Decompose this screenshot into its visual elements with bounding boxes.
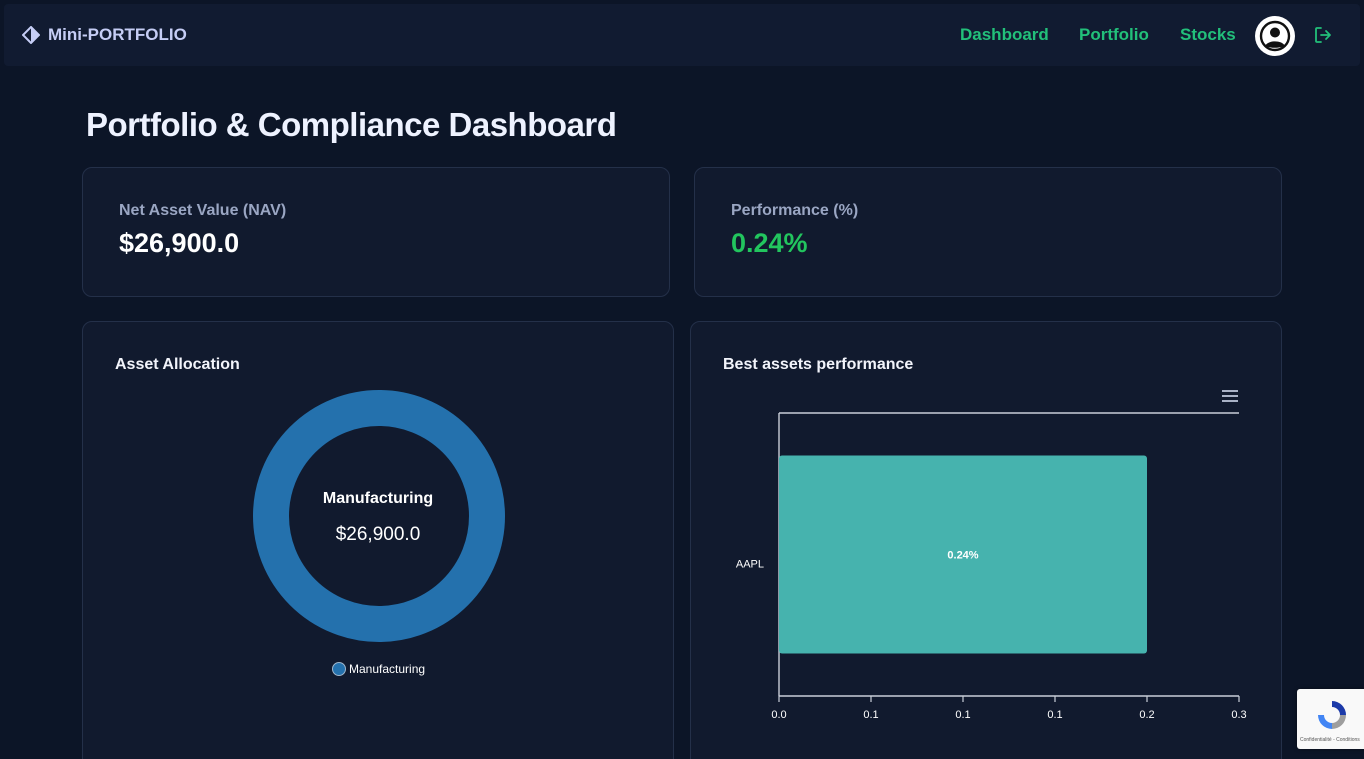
legend-label: Manufacturing xyxy=(349,662,426,676)
asset-allocation-card: Asset Allocation Manufacturing $26,900.0… xyxy=(82,321,674,759)
donut-slice[interactable] xyxy=(253,390,505,642)
legend-dot xyxy=(332,662,346,676)
x-tick-label: 0.1 xyxy=(863,709,878,721)
performance-kpi-card: Performance (%) 0.24% xyxy=(694,167,1282,297)
asset-allocation-title: Asset Allocation xyxy=(115,356,240,373)
donut-center-label: Manufacturing xyxy=(322,490,434,507)
nav-kpi-label: Net Asset Value (NAV) xyxy=(119,202,287,219)
performance-kpi-label: Performance (%) xyxy=(731,202,859,219)
x-tick-label: 0.1 xyxy=(955,709,970,721)
nav-kpi-card: Net Asset Value (NAV) $26,900.0 xyxy=(82,167,670,297)
bar-data-label: 0.24% xyxy=(947,550,978,562)
x-tick-label: 0.2 xyxy=(1139,709,1154,721)
donut-chart-svg xyxy=(253,390,505,642)
nav-dashboard[interactable]: Dashboard xyxy=(960,4,1049,66)
top-navbar: Mini-PORTFOLIO Dashboard Portfolio Stock… xyxy=(4,4,1360,66)
performance-kpi-value: 0.24% xyxy=(731,228,808,258)
donut-center-value: $26,900.0 xyxy=(335,524,421,545)
performance-bar-chart: 0.0 0.1 0.1 0.1 0.2 0.3 0.24% AAPL xyxy=(736,412,1247,721)
diamond-logo-icon xyxy=(22,26,40,44)
logout-button[interactable] xyxy=(1313,25,1333,50)
recaptcha-icon xyxy=(1318,701,1346,729)
nav-kpi-value: $26,900.0 xyxy=(119,228,240,258)
nav-stocks[interactable]: Stocks xyxy=(1180,4,1236,66)
recaptcha-badge[interactable]: Confidentialité - Conditions xyxy=(1297,689,1364,749)
nav-portfolio[interactable]: Portfolio xyxy=(1079,4,1149,66)
brand-name: Mini-PORTFOLIO xyxy=(48,25,187,44)
y-category-label: AAPL xyxy=(736,559,764,571)
x-tick-label: 0.1 xyxy=(1047,709,1062,721)
brand-logo[interactable]: Mini-PORTFOLIO xyxy=(22,4,187,66)
best-assets-card: Best assets performance 0.0 0.1 0.1 0.1 0.2 0… xyxy=(690,321,1282,759)
recaptcha-text: Confidentialité - Conditions xyxy=(1300,737,1360,743)
donut-chart xyxy=(252,389,506,643)
user-avatar-icon xyxy=(1259,20,1291,52)
page-title: Portfolio & Compliance Dashboard xyxy=(86,106,617,143)
x-tick-label: 0.0 xyxy=(771,709,786,721)
logout-icon xyxy=(1315,27,1331,43)
user-avatar-button[interactable] xyxy=(1255,16,1295,56)
x-tick-label: 0.3 xyxy=(1231,709,1246,721)
donut-legend-item[interactable]: Manufacturing xyxy=(332,662,425,676)
